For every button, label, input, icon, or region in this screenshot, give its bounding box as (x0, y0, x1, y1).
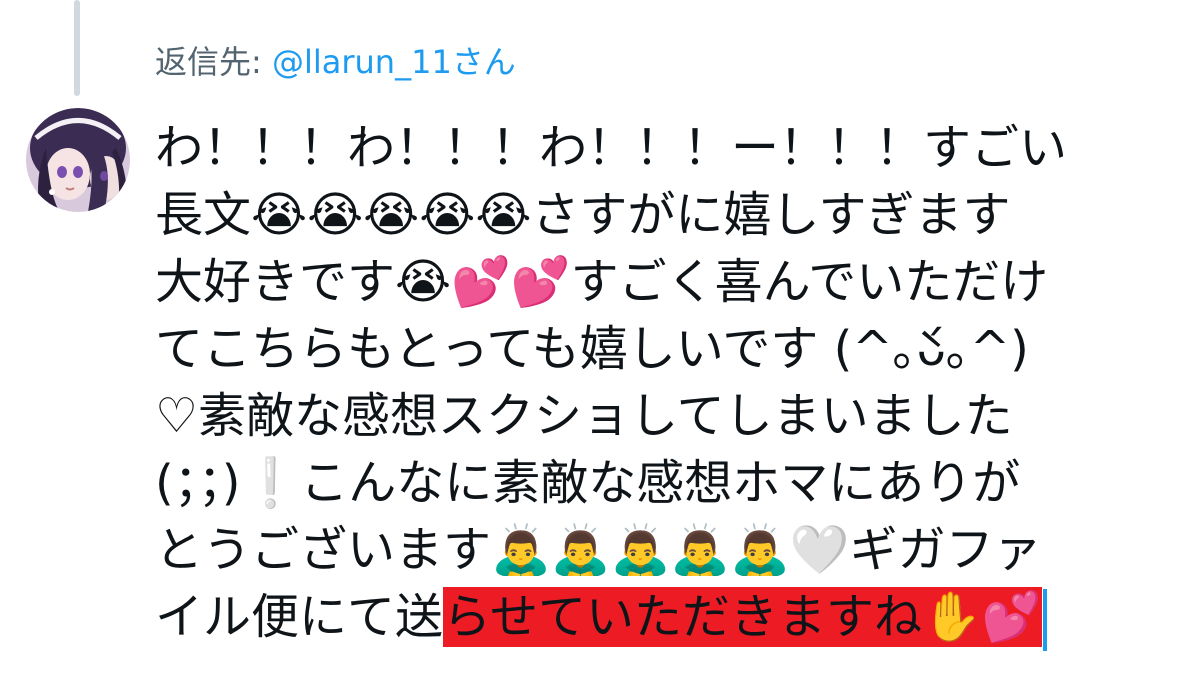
avatar-illustration-icon (26, 108, 130, 212)
tweet-text-line: わ！！！わ！！！わ！！！ー！！！すごい (155, 120, 1068, 176)
tweet-text-line: (；；)❕こんなに素敵な感想ホマにありが (155, 455, 1021, 511)
text-selection-highlight[interactable]: らせていただきますね✋💕 (443, 587, 1042, 647)
reply-to-handle-link[interactable]: @llarun_11さん (272, 43, 516, 81)
tweet-text-unselected: イル便にて送 (155, 589, 444, 645)
avatar[interactable] (26, 108, 130, 212)
tweet-text-line: 長文😭😭😭😭😭さすがに嬉しすぎます (155, 187, 1011, 243)
reply-to-prefix: 返信先: (155, 43, 272, 81)
tweet-text: わ！！！わ！！！わ！！！ー！！！すごい 長文😭😭😭😭😭さすがに嬉しすぎます 大好… (155, 115, 1155, 651)
thread-connector-line (74, 0, 80, 96)
tweet-text-last-line[interactable]: イル便にて送らせていただきますね✋💕 (155, 584, 1155, 651)
selection-caret-handle[interactable] (1042, 589, 1047, 651)
tweet-text-line: てこちらもとっても嬉しいです (^｡̀ᴗ́｡^) (155, 321, 1029, 377)
tweet-text-line: とうございます🙇‍♂️🙇‍♂️🙇‍♂️🙇‍♂️🙇‍♂️🤍ギガファ (155, 522, 1042, 578)
reply-to-label: 返信先: @llarun_11さん (155, 40, 516, 84)
tweet-text-line: ♡素敵な感想スクショしてしまいました (155, 388, 1013, 444)
tweet-text-line: 大好きです😭💕💕すごく喜んでいただけ (155, 254, 1049, 310)
